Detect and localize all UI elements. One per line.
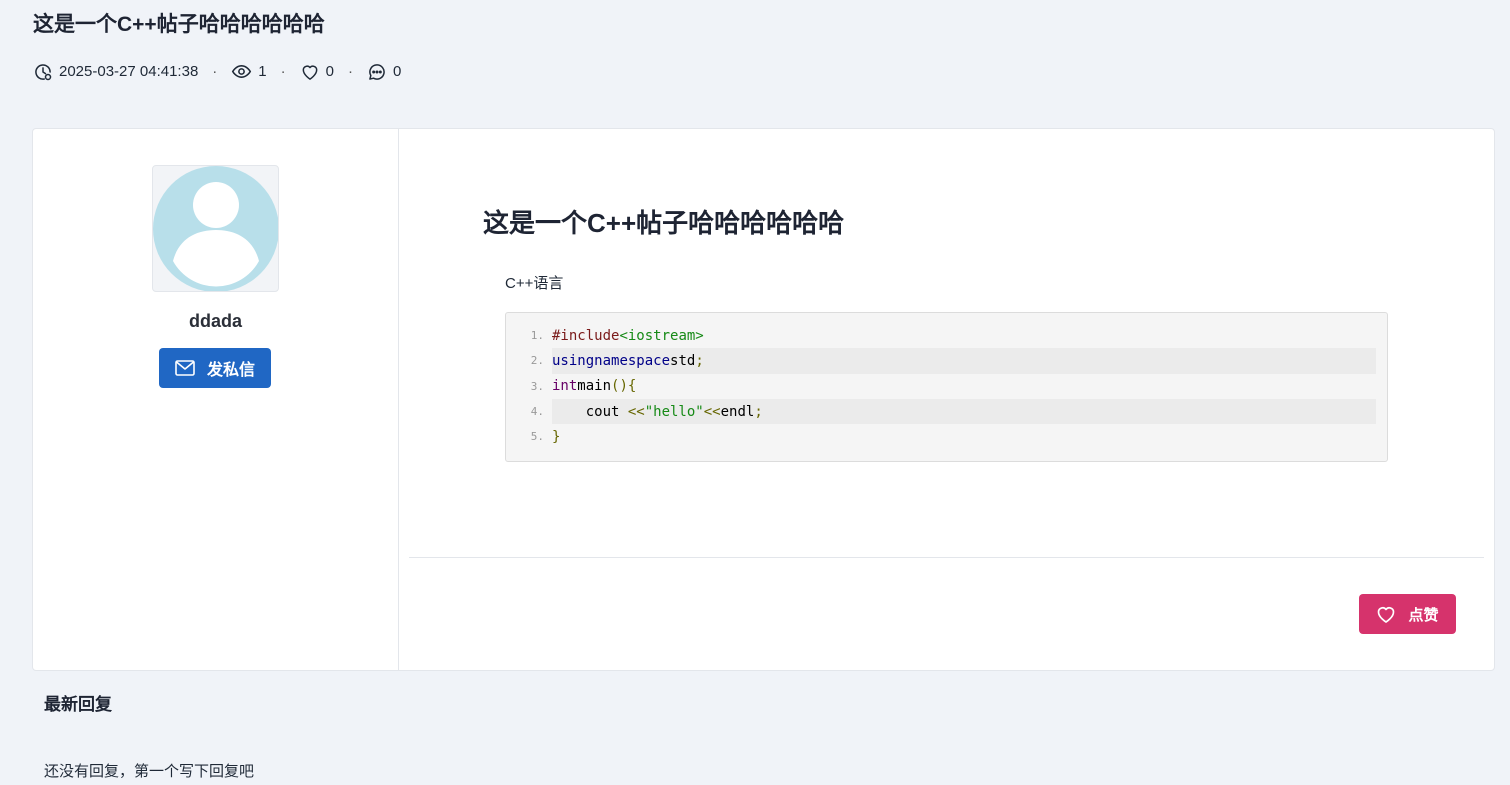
mail-icon (175, 360, 195, 376)
line-number: 4. (530, 405, 544, 419)
line-number: 1. (530, 329, 544, 343)
separator: · (347, 63, 353, 80)
code-text: cout << "hello" << endl; (552, 398, 1376, 425)
divider (409, 557, 1484, 558)
code-text: #include <iostream> (552, 327, 704, 344)
code-line: 2. using namespace std; (518, 348, 1376, 374)
line-number: 2. (530, 354, 544, 368)
code-line: 1. #include <iostream> (518, 323, 1376, 348)
author-name[interactable]: ddada (33, 311, 398, 332)
separator: · (212, 63, 218, 80)
avatar[interactable] (152, 165, 279, 292)
send-message-button[interactable]: 发私信 (159, 348, 271, 388)
timestamp: 2025-03-27 04:41:38 (33, 62, 198, 82)
code-text: int main(){ (552, 378, 637, 395)
like-button-label: 点赞 (1408, 606, 1439, 624)
clock-icon (35, 63, 52, 80)
code-line: 3. int main(){ (518, 374, 1376, 399)
timestamp-text: 2025-03-27 04:41:38 (59, 63, 199, 80)
heart-icon (1378, 606, 1395, 623)
author-card: ddada 发私信 (32, 128, 399, 671)
avatar-placeholder-icon (153, 166, 278, 291)
comment-count-text: 0 (392, 63, 402, 80)
like-button[interactable]: 点赞 (1359, 594, 1456, 634)
code-line: 4. cout << "hello" << endl; (518, 398, 1376, 425)
code-text: } (552, 428, 561, 445)
send-message-label: 发私信 (206, 362, 255, 379)
post-heading: 这是一个C++帖子哈哈哈哈哈哈 (483, 208, 845, 238)
replies-title: 最新回复 (44, 695, 112, 714)
code-block: 1. #include <iostream> 2. using namespace… (505, 312, 1388, 462)
view-count: 1 (231, 61, 267, 82)
heart-icon (302, 64, 318, 80)
page-title: 这是一个C++帖子哈哈哈哈哈哈 (33, 13, 325, 36)
like-count: 0 (300, 62, 334, 82)
code-line: 5. } (518, 424, 1376, 449)
comment-count: 0 (367, 62, 401, 82)
line-number: 3. (530, 379, 544, 393)
like-count-text: 0 (325, 63, 334, 80)
replies-empty-text: 还没有回复，第一个写下回复吧 (44, 763, 255, 780)
code-text: using namespace std; (552, 348, 1376, 374)
eye-icon (232, 65, 252, 78)
post-language-label: C++语言 (505, 275, 564, 292)
post-meta: 2025-03-27 04:41:38 · 1 · 0 · 0 (33, 61, 401, 82)
separator: · (280, 63, 286, 80)
line-number: 5. (530, 430, 544, 444)
view-count-text: 1 (258, 63, 267, 80)
post-card: 这是一个C++帖子哈哈哈哈哈哈 C++语言 1. #include <iostre… (398, 128, 1495, 671)
comment-icon (369, 63, 385, 80)
